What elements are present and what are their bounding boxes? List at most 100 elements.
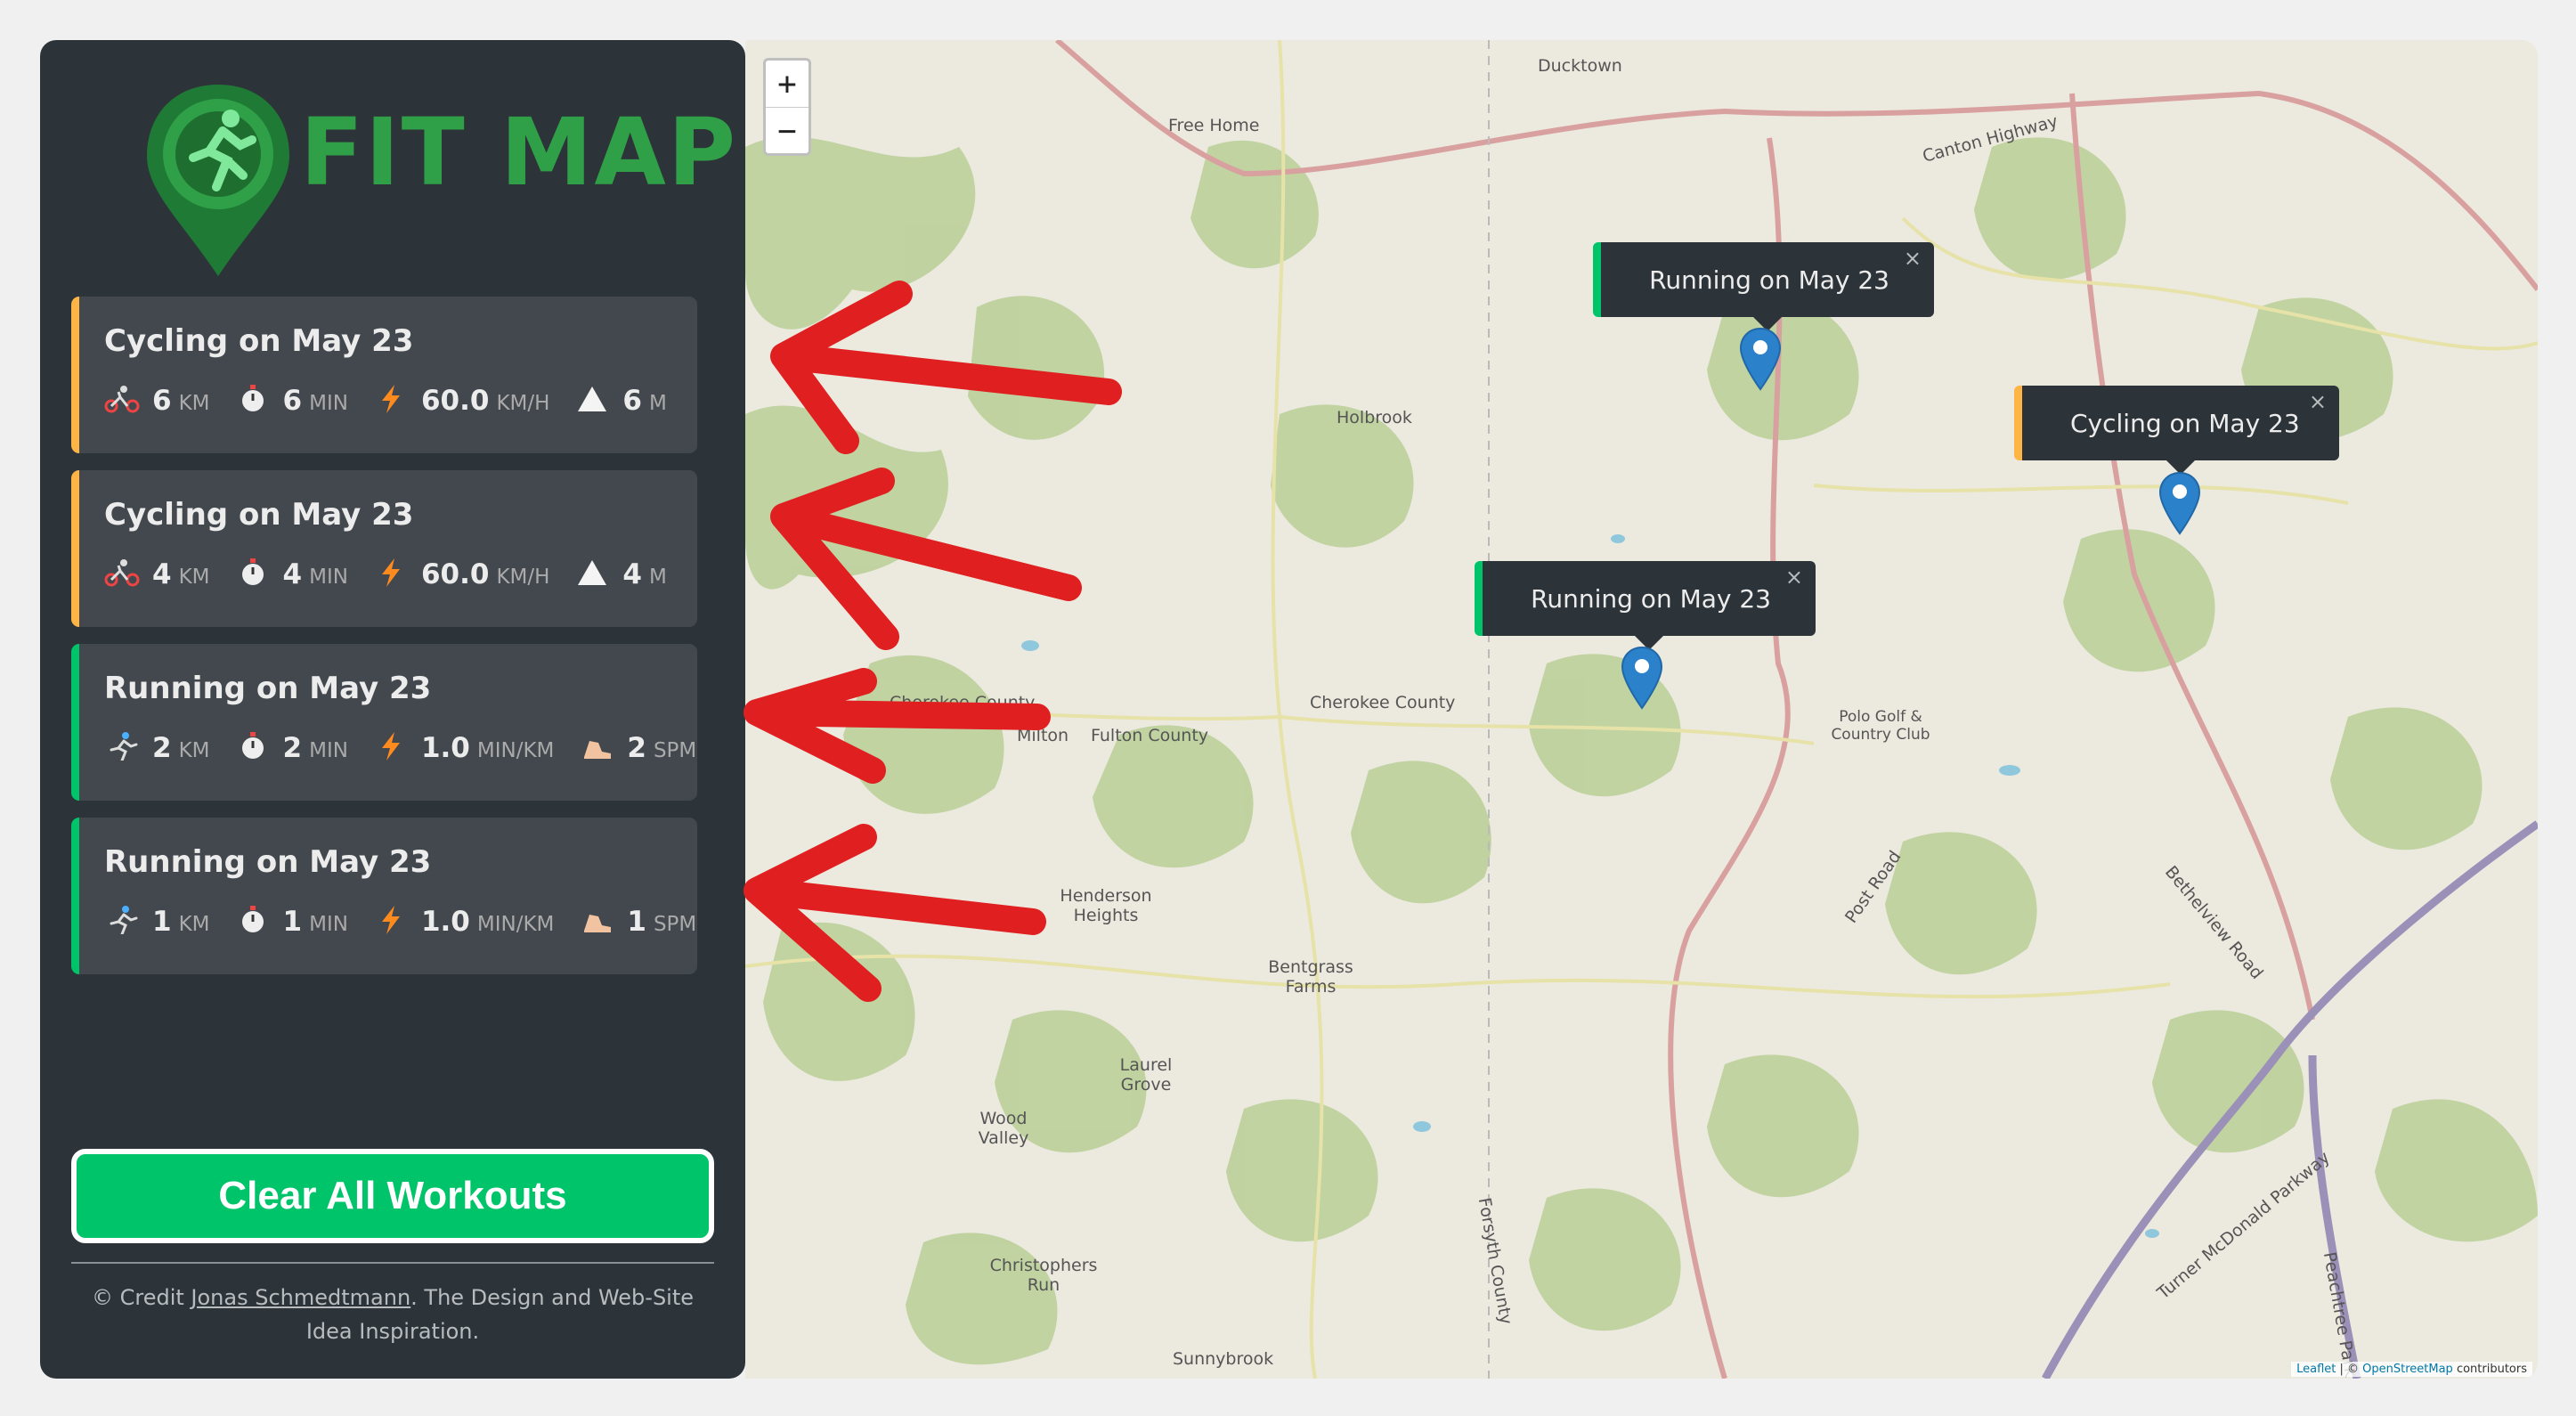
pace-unit: MIN/KM (476, 913, 555, 936)
map[interactable]: Ducktown Free Home Canton Highway Holbro… (745, 40, 2538, 1379)
duration-stat: 6 MIN (235, 381, 348, 417)
place-label: Cherokee County (890, 693, 1036, 712)
map-marker-icon[interactable] (1621, 646, 1663, 710)
workout-card[interactable]: Running on May 23 1 KM 1 MIN 1.0 MIN/KM (71, 818, 697, 974)
duration-unit: MIN (309, 392, 348, 415)
footprint-icon (584, 741, 612, 759)
duration-stat: 1 MIN (235, 902, 348, 938)
place-label: Laurel Grove (1119, 1055, 1173, 1095)
cadence-value: 2 (627, 732, 646, 764)
duration-value: 6 (282, 385, 303, 417)
cadence-value: 1 (627, 906, 646, 938)
duration-unit: MIN (309, 913, 348, 936)
distance-value: 2 (152, 732, 172, 764)
place-label: Fulton County (1091, 726, 1209, 745)
distance-value: 6 (152, 385, 172, 417)
credit-prefix: © Credit (91, 1285, 191, 1310)
pace-value: 1.0 (420, 906, 470, 938)
workout-title: Running on May 23 (104, 844, 432, 880)
footprint-icon (584, 915, 612, 932)
elevation-value: 6 (622, 385, 642, 417)
distance-stat: 4 KM (104, 555, 210, 590)
sidebar: FIT MAP Cycling on May 23 6 KM 6 MIN 60.… (40, 40, 745, 1379)
speed-unit: KM/H (496, 392, 550, 415)
popup-label: Running on May 23 (1531, 583, 1771, 614)
speed-unit: KM/H (496, 566, 550, 589)
brand-name: FIT MAP (300, 98, 738, 207)
logo: FIT MAP (138, 67, 735, 276)
elevation-unit: M (649, 392, 667, 415)
workout-title: Running on May 23 (104, 671, 432, 706)
clear-all-workouts-button[interactable]: Clear All Workouts (71, 1149, 714, 1243)
popup-close-button[interactable]: × (1904, 246, 1922, 271)
place-label: Bentgrass Farms (1268, 957, 1353, 997)
stopwatch-icon (241, 732, 264, 759)
place-label: Free Home (1168, 116, 1260, 135)
place-label: Christophers Run (989, 1256, 1098, 1295)
zoom-in-button[interactable]: + (766, 61, 809, 108)
map-marker-icon[interactable] (1739, 327, 1782, 391)
distance-unit: KM (178, 566, 210, 589)
openstreetmap-link[interactable]: OpenStreetMap (2362, 1363, 2453, 1376)
workout-stats: 4 KM 4 MIN 60.0 KM/H 4 M (104, 555, 692, 590)
place-label: Ducktown (1538, 56, 1622, 76)
workout-popup[interactable]: Running on May 23 × (1475, 561, 1816, 650)
place-label: Cherokee County (1310, 693, 1456, 712)
cadence-unit: SPM (653, 739, 697, 762)
duration-value: 1 (282, 906, 303, 938)
place-label: Wood Valley (978, 1109, 1029, 1148)
workout-stats: 6 KM 6 MIN 60.0 KM/H 6 M (104, 381, 692, 417)
place-label: Henderson Heights (1060, 886, 1152, 925)
credit-author-link[interactable]: Jonas Schmedtmann (191, 1285, 410, 1310)
pace-stat: 1.0 MIN/KM (373, 728, 554, 764)
popup-label: Running on May 23 (1649, 264, 1889, 295)
leaflet-link[interactable]: Leaflet (2296, 1363, 2336, 1376)
cyclist-icon (104, 559, 140, 587)
elevation-stat: 6 M (574, 381, 667, 417)
popup-close-button[interactable]: × (1785, 565, 1803, 590)
duration-value: 2 (282, 732, 303, 764)
map-marker-icon[interactable] (2158, 471, 2201, 535)
workout-title: Cycling on May 23 (104, 497, 414, 533)
duration-stat: 4 MIN (235, 555, 348, 590)
distance-unit: KM (178, 739, 210, 762)
pace-stat: 1.0 MIN/KM (373, 902, 554, 938)
distance-value: 4 (152, 558, 172, 590)
distance-unit: KM (178, 392, 210, 415)
cadence-stat: 1 SPM (579, 902, 696, 938)
attribution-separator: | © (2336, 1363, 2363, 1376)
lightning-icon (381, 906, 400, 934)
credit-text: © Credit Jonas Schmedtmann. The Design a… (71, 1281, 714, 1348)
cyclist-icon (104, 386, 140, 413)
pace-value: 1.0 (420, 732, 470, 764)
elevation-icon (578, 387, 607, 411)
stopwatch-icon (241, 385, 264, 411)
workout-card[interactable]: Running on May 23 2 KM 2 MIN 1.0 MIN/KM (71, 644, 697, 801)
runner-icon (110, 906, 138, 934)
lightning-icon (381, 732, 400, 761)
workout-title: Cycling on May 23 (104, 323, 414, 359)
place-label: Holbrook (1337, 408, 1412, 427)
speed-value: 60.0 (420, 558, 490, 590)
zoom-control: + − (763, 58, 811, 156)
attribution-suffix: contributors (2452, 1363, 2527, 1376)
stopwatch-icon (241, 906, 264, 932)
zoom-out-button[interactable]: − (766, 108, 809, 154)
stopwatch-icon (241, 558, 264, 585)
popup-label: Cycling on May 23 (2070, 408, 2300, 438)
place-label: Polo Golf & Country Club (1831, 708, 1930, 744)
distance-unit: KM (178, 913, 210, 936)
workout-list: Cycling on May 23 6 KM 6 MIN 60.0 KM/H 6… (71, 297, 697, 991)
workout-popup[interactable]: Running on May 23 × (1593, 242, 1934, 331)
popup-close-button[interactable]: × (2309, 389, 2327, 414)
runner-icon (110, 732, 138, 761)
duration-unit: MIN (309, 739, 348, 762)
speed-value: 60.0 (420, 385, 490, 417)
workout-stats: 2 KM 2 MIN 1.0 MIN/KM 2 SPM (104, 728, 721, 764)
place-label: Milton (1017, 726, 1069, 745)
cadence-stat: 2 SPM (579, 728, 696, 764)
workout-card[interactable]: Cycling on May 23 6 KM 6 MIN 60.0 KM/H 6… (71, 297, 697, 453)
workout-card[interactable]: Cycling on May 23 4 KM 4 MIN 60.0 KM/H 4… (71, 470, 697, 627)
duration-value: 4 (282, 558, 303, 590)
workout-popup[interactable]: Cycling on May 23 × (2014, 386, 2339, 475)
